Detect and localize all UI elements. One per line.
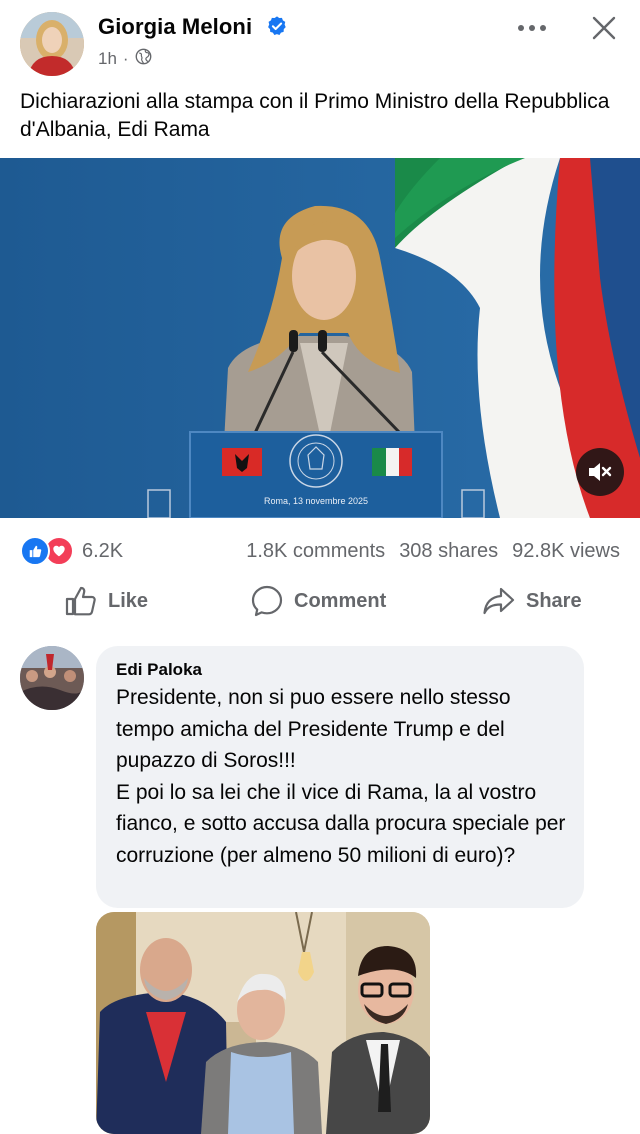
share-arrow-icon	[483, 587, 515, 615]
like-button[interactable]: Like	[64, 580, 148, 622]
comment-count[interactable]: 1.8K comments	[246, 540, 385, 563]
reaction-icons[interactable]	[20, 536, 74, 566]
mute-button[interactable]	[576, 448, 624, 496]
close-button[interactable]	[584, 12, 624, 44]
comment-photo[interactable]	[96, 912, 430, 1134]
post-caption: Dichiarazioni alla stampa con il Primo M…	[20, 90, 610, 141]
thumbs-up-icon	[65, 586, 96, 616]
author-avatar-image	[20, 12, 84, 76]
share-count[interactable]: 308 shares	[399, 540, 498, 563]
commenter-avatar[interactable]	[20, 646, 84, 710]
share-button[interactable]: Share	[482, 580, 582, 622]
commenter-avatar-image	[20, 646, 84, 710]
post-time[interactable]: 1h	[98, 49, 117, 69]
post-stats: 6.2K 1.8K comments 308 shares 92.8K view…	[20, 536, 620, 566]
comment-photo-image	[96, 912, 430, 1134]
verified-badge-icon	[266, 15, 288, 43]
author-name[interactable]: Giorgia Meloni	[98, 14, 288, 43]
speaker-muted-icon	[589, 463, 612, 481]
post-video[interactable]: Roma, 13 novembre 2025	[0, 158, 640, 518]
comment-text: Presidente, non si puo essere nello stes…	[116, 686, 566, 867]
video-frame: Roma, 13 novembre 2025	[0, 158, 640, 518]
commenter-name[interactable]: Edi Paloka	[116, 660, 202, 680]
author-name-text[interactable]: Giorgia Meloni	[98, 14, 252, 39]
like-label: Like	[108, 589, 149, 612]
globe-icon	[135, 48, 152, 70]
meta-separator: ·	[122, 49, 129, 68]
like-reaction-icon	[20, 536, 50, 566]
view-count: 92.8K views	[512, 539, 620, 562]
more-options-button[interactable]	[512, 12, 552, 44]
comment-bubble-icon	[251, 585, 283, 617]
close-icon	[592, 16, 616, 40]
action-bar: Like Comment Share	[0, 580, 640, 622]
share-label: Share	[526, 589, 582, 612]
engagement-stats: 1.8K comments 308 shares 92.8K views	[246, 540, 620, 563]
comment-label: Comment	[294, 589, 387, 612]
ellipsis-icon	[518, 25, 546, 31]
post-meta: 1h ·	[98, 48, 152, 70]
podium-caption: Roma, 13 novembre 2025	[264, 496, 368, 506]
reaction-count[interactable]: 6.2K	[82, 540, 123, 563]
author-avatar[interactable]	[20, 12, 84, 76]
comment-button[interactable]: Comment	[250, 580, 386, 622]
